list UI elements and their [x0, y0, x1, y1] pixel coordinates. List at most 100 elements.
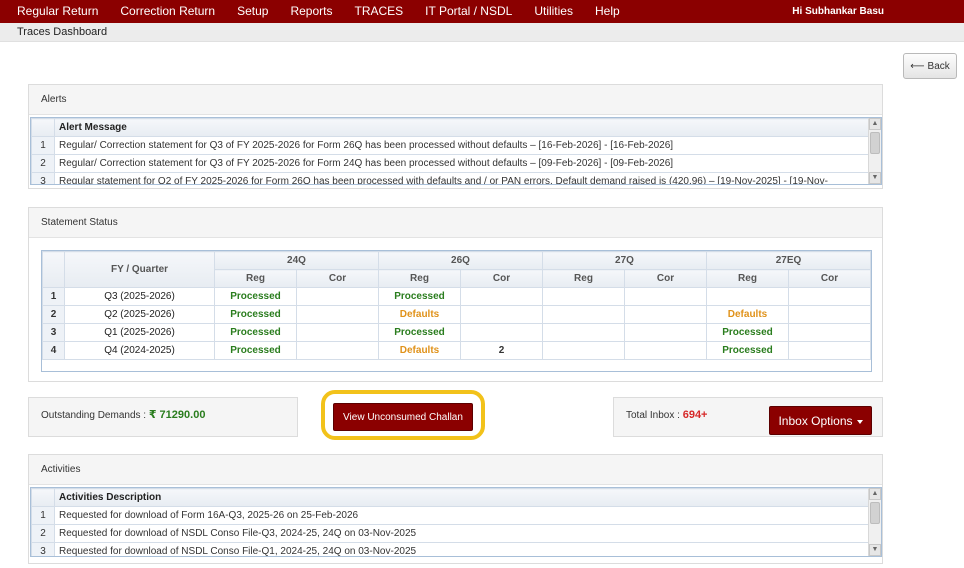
scroll-down-icon[interactable]: ▼ [869, 544, 881, 556]
outstanding-demands-label: Outstanding Demands : [41, 410, 147, 421]
status-cell[interactable] [624, 323, 707, 342]
status-cell[interactable] [542, 287, 625, 306]
alert-message: Regular/ Correction statement for Q3 of … [54, 136, 870, 155]
rownum-header [42, 251, 65, 288]
menu-regular-return[interactable]: Regular Return [0, 0, 109, 23]
inbox-count[interactable]: 694+ [683, 409, 708, 421]
status-cell[interactable] [542, 323, 625, 342]
scroll-down-icon[interactable]: ▼ [869, 172, 881, 184]
status-cell[interactable]: Processed [706, 323, 789, 342]
form-27eq-header: 27EQ [706, 251, 871, 270]
alerts-scrollbar[interactable]: ▲ ▼ [868, 118, 881, 184]
status-cell[interactable] [624, 287, 707, 306]
status-cell[interactable] [706, 287, 789, 306]
inbox-options-button[interactable]: Inbox Options [769, 406, 872, 435]
table-row[interactable]: 1 Requested for download of Form 16A-Q3,… [31, 506, 870, 525]
status-cell[interactable] [624, 305, 707, 324]
status-cell[interactable] [788, 323, 871, 342]
table-row[interactable]: 3 Q1 (2025-2026) Processed Processed Pro… [42, 323, 871, 342]
menu-it-portal-nsdl[interactable]: IT Portal / NSDL [414, 0, 523, 23]
menu-correction-return[interactable]: Correction Return [109, 0, 226, 23]
status-cell[interactable] [788, 341, 871, 360]
table-row[interactable]: 3 Requested for download of NSDL Conso F… [31, 542, 870, 556]
row-number: 2 [42, 305, 65, 324]
cor-header: Cor [788, 269, 871, 288]
back-arrow-icon: ⟵ [910, 60, 925, 72]
table-row[interactable]: 1 Q3 (2025-2026) Processed Processed [42, 287, 871, 306]
form-24q-header: 24Q [214, 251, 379, 270]
alert-message: Regular/ Correction statement for Q3 of … [54, 154, 870, 173]
scroll-up-icon[interactable]: ▲ [869, 488, 881, 500]
menu-setup[interactable]: Setup [226, 0, 279, 23]
status-cell[interactable]: Defaults [378, 305, 461, 324]
status-cell[interactable]: Defaults [706, 305, 789, 324]
row-number: 2 [31, 524, 55, 543]
menu-traces[interactable]: TRACES [343, 0, 414, 23]
reg-header: Reg [378, 269, 461, 288]
statement-status-panel: Statement Status FY / Quarter 24Q 26Q 27… [28, 207, 883, 382]
status-cell[interactable] [788, 305, 871, 324]
alerts-rownum-header [31, 118, 55, 137]
status-cell[interactable]: Processed [378, 287, 461, 306]
status-cell[interactable] [542, 341, 625, 360]
status-cell[interactable] [788, 287, 871, 306]
status-cell[interactable] [296, 305, 379, 324]
row-number: 1 [42, 287, 65, 306]
breadcrumb: Traces Dashboard [17, 26, 108, 38]
status-cell[interactable] [460, 287, 543, 306]
fy-quarter-cell: Q3 (2025-2026) [64, 287, 215, 306]
scroll-up-icon[interactable]: ▲ [869, 118, 881, 130]
breadcrumb-bar: Traces Dashboard [0, 23, 964, 42]
status-cell[interactable]: Processed [214, 287, 297, 306]
status-cell[interactable]: Processed [378, 323, 461, 342]
table-row[interactable]: 1 Regular/ Correction statement for Q3 o… [31, 136, 870, 155]
activities-rownum-header [31, 488, 55, 507]
table-row[interactable]: 2 Regular/ Correction statement for Q3 o… [31, 154, 870, 173]
row-number: 3 [42, 323, 65, 342]
scroll-thumb[interactable] [870, 132, 880, 154]
fy-quarter-cell: Q2 (2025-2026) [64, 305, 215, 324]
status-cell[interactable] [542, 305, 625, 324]
cor-header: Cor [624, 269, 707, 288]
user-greeting[interactable]: Hi Subhankar Basu [792, 0, 884, 23]
cor-header: Cor [296, 269, 379, 288]
status-cell[interactable] [624, 341, 707, 360]
view-unconsumed-challan-button[interactable]: View Unconsumed Challan [333, 403, 473, 431]
status-cell[interactable] [296, 341, 379, 360]
alerts-column-header[interactable]: Alert Message [54, 118, 870, 137]
back-button[interactable]: ⟵ Back [903, 53, 957, 79]
status-cell[interactable] [460, 305, 543, 324]
inbox-options-label: Inbox Options [778, 413, 853, 428]
table-row[interactable]: 4 Q4 (2024-2025) Processed Defaults 2 Pr… [42, 341, 871, 360]
status-cell[interactable]: Processed [214, 341, 297, 360]
activities-column-header[interactable]: Activities Description [54, 488, 870, 507]
menu-reports[interactable]: Reports [279, 0, 343, 23]
status-cell[interactable]: 2 [460, 341, 543, 360]
activities-panel: Activities Activities Description 1 Requ… [28, 454, 883, 564]
status-cell[interactable] [296, 323, 379, 342]
row-number: 4 [42, 341, 65, 360]
activity-description: Requested for download of Form 16A-Q3, 2… [54, 506, 870, 525]
status-cell[interactable] [296, 287, 379, 306]
table-row[interactable]: 2 Requested for download of NSDL Conso F… [31, 524, 870, 543]
status-cell[interactable]: Processed [706, 341, 789, 360]
menu-utilities[interactable]: Utilities [523, 0, 584, 23]
form-27q-header: 27Q [542, 251, 707, 270]
status-cell[interactable]: Defaults [378, 341, 461, 360]
activities-scrollbar[interactable]: ▲ ▼ [868, 488, 881, 556]
row-number: 2 [31, 154, 55, 173]
status-cell[interactable]: Processed [214, 305, 297, 324]
table-row[interactable]: 2 Q2 (2025-2026) Processed Defaults Defa… [42, 305, 871, 324]
cor-header: Cor [460, 269, 543, 288]
table-row[interactable]: 3 Regular statement for Q2 of FY 2025-20… [31, 172, 870, 184]
status-cell[interactable]: Processed [214, 323, 297, 342]
outstanding-demands-amount[interactable]: ₹ 71290.00 [149, 409, 206, 421]
alerts-title: Alerts [29, 85, 882, 115]
inbox-summary: Total Inbox : 694+ [626, 409, 707, 421]
inbox-box: Total Inbox : 694+ Inbox Options [613, 397, 883, 437]
scroll-thumb[interactable] [870, 502, 880, 524]
top-menu-bar: Regular Return Correction Return Setup R… [0, 0, 964, 23]
menu-help[interactable]: Help [584, 0, 631, 23]
alert-message: Regular statement for Q2 of FY 2025-2026… [54, 172, 870, 184]
status-cell[interactable] [460, 323, 543, 342]
